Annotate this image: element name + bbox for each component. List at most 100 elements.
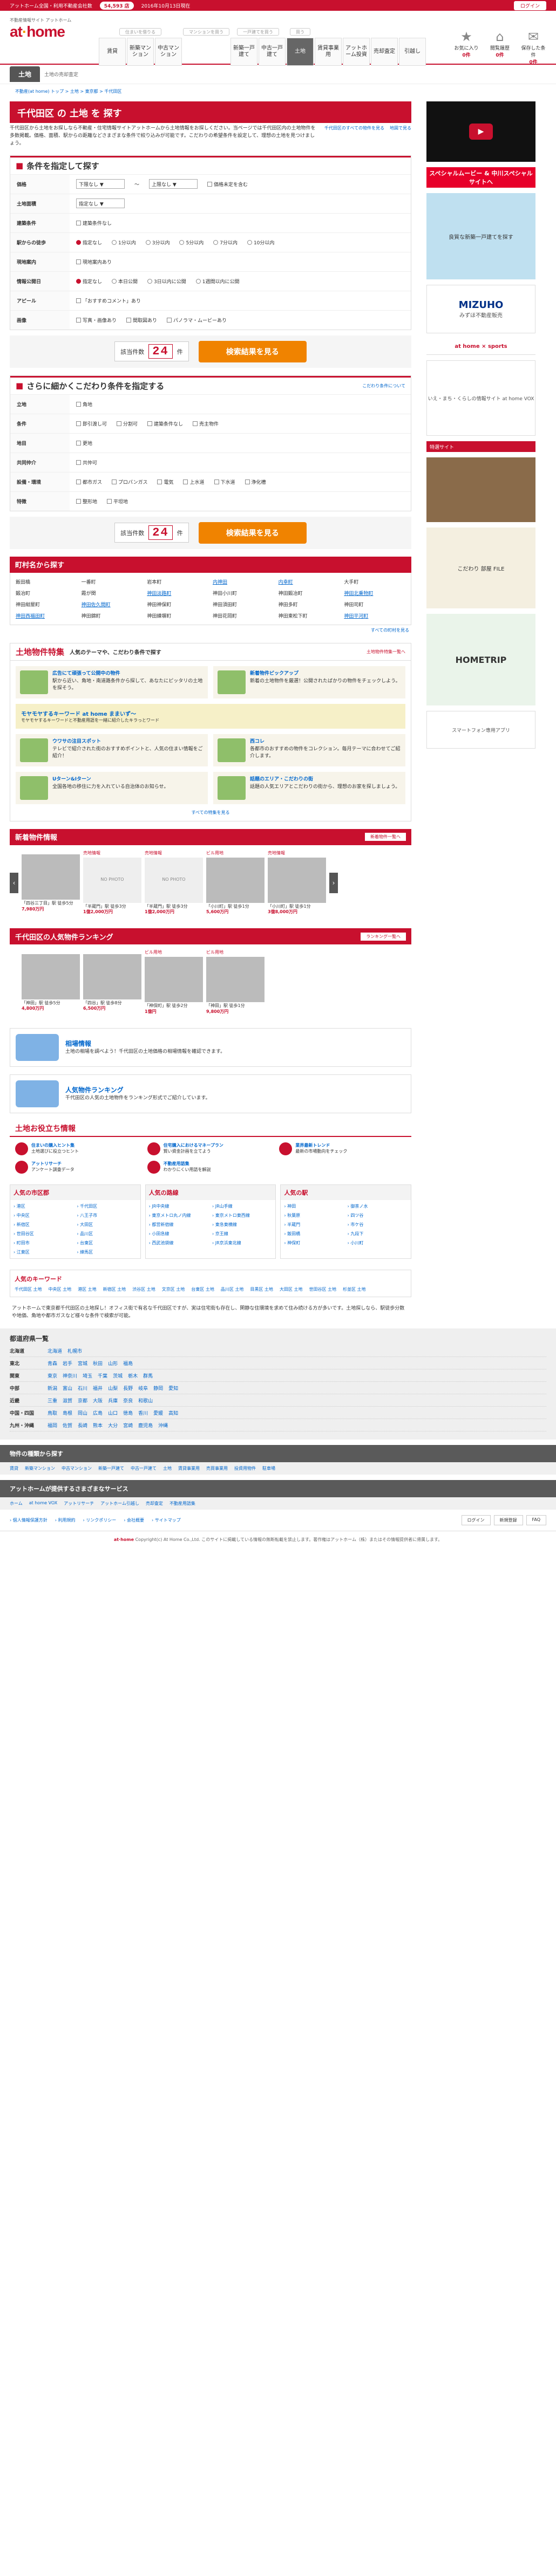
prefecture-link[interactable]: 兵庫 bbox=[108, 1397, 118, 1404]
popular-link[interactable]: › 新宿区 bbox=[13, 1222, 73, 1228]
nav-item[interactable]: 中古マンション bbox=[155, 38, 182, 66]
video-ad[interactable]: ▶ bbox=[426, 101, 535, 162]
checkbox-option[interactable]: 角地 bbox=[76, 401, 92, 408]
town-link[interactable]: 神田淡路町 bbox=[147, 590, 208, 597]
prefecture-link[interactable]: 静岡 bbox=[153, 1385, 163, 1392]
popular-link[interactable]: › 神保町 bbox=[284, 1240, 344, 1246]
footer-category-link[interactable]: 新築マンション bbox=[25, 1465, 55, 1471]
popular-link[interactable]: › 都営新宿線 bbox=[149, 1222, 209, 1228]
hometrip-ad[interactable]: HOMETRIP bbox=[426, 614, 535, 705]
radio-option[interactable]: 指定なし bbox=[76, 278, 102, 285]
town-link[interactable]: 神田多町 bbox=[279, 601, 340, 608]
movie-banner[interactable]: モヤモヤするキーワード at home ままいず〜 モヤモヤするキーワードと不動… bbox=[16, 703, 405, 729]
footer-category-link[interactable]: at home VOX bbox=[29, 1501, 57, 1506]
nav-group-head[interactable]: マンションを買う bbox=[183, 28, 229, 36]
checkbox-option[interactable]: 即引渡し可 bbox=[76, 420, 107, 427]
popular-link[interactable]: › 町田市 bbox=[13, 1240, 73, 1246]
keyword-link[interactable]: 目黒区 土地 bbox=[250, 1286, 273, 1292]
footer-link[interactable]: › 会社概要 bbox=[124, 1517, 144, 1523]
info-banner[interactable]: 相場情報 土地の相場を調べよう！千代田区の土地価格の相場情報を確認できます。 bbox=[10, 1027, 411, 1067]
keyword-link[interactable]: 中央区 土地 bbox=[49, 1286, 72, 1292]
popular-link[interactable]: › 東急東横線 bbox=[212, 1222, 272, 1228]
prefecture-link[interactable]: 鳥取 bbox=[48, 1409, 57, 1416]
vox-ad[interactable]: いえ・まち・くらしの情報サイト at home VOX bbox=[426, 360, 535, 436]
prefecture-link[interactable]: 広島 bbox=[93, 1409, 103, 1416]
prefecture-link[interactable]: 福岡 bbox=[48, 1422, 57, 1429]
prefecture-link[interactable]: 三重 bbox=[48, 1397, 57, 1404]
keyword-link[interactable]: 杉並区 土地 bbox=[343, 1286, 366, 1292]
prefecture-link[interactable]: 石川 bbox=[78, 1385, 87, 1392]
special-movie-link[interactable]: スペシャルムービー & 中川スペシャルサイトへ bbox=[426, 167, 535, 188]
town-link[interactable]: 神田練塀町 bbox=[147, 612, 208, 619]
popular-link[interactable]: › JR中央線 bbox=[149, 1203, 209, 1209]
prefecture-link[interactable]: 沖縄 bbox=[158, 1422, 168, 1429]
checkbox-option[interactable]: 「おすすめコメント」あり bbox=[76, 297, 141, 304]
prefecture-link[interactable]: 茨城 bbox=[113, 1372, 123, 1379]
town-link[interactable]: 鍛冶町 bbox=[16, 590, 77, 597]
town-link[interactable]: 神田平河町 bbox=[344, 612, 405, 619]
prefecture-link[interactable]: 徳島 bbox=[123, 1409, 133, 1416]
nav-group-head[interactable]: 一戸建てを買う bbox=[237, 28, 279, 36]
popular-link[interactable]: › 東京メトロ東西線 bbox=[212, 1212, 272, 1218]
prefecture-link[interactable]: 栃木 bbox=[128, 1372, 138, 1379]
keyword-link[interactable]: 世田谷区 土地 bbox=[309, 1286, 336, 1292]
checkbox-option[interactable]: 分割可 bbox=[117, 420, 138, 427]
popular-link[interactable]: › 小川町 bbox=[348, 1240, 408, 1246]
prefecture-link[interactable]: 宮崎 bbox=[123, 1422, 133, 1429]
footer-category-link[interactable]: 売買事業用 bbox=[206, 1465, 228, 1471]
radio-option[interactable]: 7分以内 bbox=[213, 239, 238, 246]
prefecture-link[interactable]: 和歌山 bbox=[138, 1397, 153, 1404]
prefecture-link[interactable]: 島根 bbox=[63, 1409, 72, 1416]
popular-link[interactable]: › 九段下 bbox=[348, 1231, 408, 1237]
app-ad[interactable]: スマートフォン専用アプリ bbox=[426, 711, 535, 749]
footer-button[interactable]: FAQ bbox=[526, 1515, 546, 1526]
footer-category-link[interactable]: 売却査定 bbox=[146, 1501, 163, 1506]
tip-item[interactable]: 不動産用語集 わかりにくい用語を解説 bbox=[147, 1160, 274, 1174]
radio-option[interactable]: 指定なし bbox=[76, 239, 102, 246]
nav-group-head[interactable]: 買う bbox=[290, 28, 310, 36]
property-card[interactable]: ビル用地 「小川町」駅 徒歩1分 5,600万円 bbox=[206, 851, 265, 915]
prefecture-link[interactable]: 青森 bbox=[48, 1360, 57, 1367]
prefecture-link[interactable]: 秋田 bbox=[93, 1360, 103, 1367]
checkbox-option[interactable]: 整形地 bbox=[76, 498, 97, 505]
prefecture-link[interactable]: 大分 bbox=[108, 1422, 118, 1429]
footer-category-link[interactable]: アットリサーチ bbox=[64, 1501, 94, 1506]
checkbox-option[interactable]: 電気 bbox=[157, 478, 173, 485]
footer-button[interactable]: ログイン bbox=[461, 1515, 491, 1526]
prefecture-link[interactable]: 香川 bbox=[138, 1409, 148, 1416]
header-icon-item[interactable]: ⌂ 閲覧履歴 0件 bbox=[487, 29, 513, 65]
property-card[interactable]: ビル用地 「神保町」駅 徒歩2分 1億円 bbox=[145, 950, 203, 1015]
footer-category-link[interactable]: 賃貸 bbox=[10, 1465, 18, 1471]
radio-option[interactable]: 1週間以内に公開 bbox=[195, 278, 240, 285]
checkbox-option[interactable]: プロパンガス bbox=[112, 478, 147, 485]
nav-item[interactable]: 引越し bbox=[399, 38, 426, 66]
view-results-button-2[interactable]: 検索結果を見る bbox=[198, 522, 307, 544]
town-link[interactable]: 神田鍛冶町 bbox=[279, 590, 340, 597]
town-link[interactable]: 飯田橋 bbox=[16, 578, 77, 585]
popular-link[interactable]: › 大田区 bbox=[77, 1222, 137, 1228]
town-link[interactable]: 神田錦町 bbox=[82, 612, 143, 619]
keyword-link[interactable]: 品川区 土地 bbox=[221, 1286, 244, 1292]
town-link[interactable]: 内神田 bbox=[213, 578, 274, 585]
popular-link[interactable]: › 小田急線 bbox=[149, 1231, 209, 1237]
nav-item[interactable]: 新築マンション bbox=[127, 38, 154, 66]
town-link[interactable]: 岩本町 bbox=[147, 578, 208, 585]
popular-link[interactable]: › 市ケ谷 bbox=[348, 1222, 408, 1228]
footer-link[interactable]: › 利用規約 bbox=[55, 1517, 76, 1523]
tip-item[interactable]: 業界最新トレンド 最新の市場動向をチェック bbox=[279, 1142, 406, 1155]
prefecture-link[interactable]: 奈良 bbox=[123, 1397, 133, 1404]
footer-category-link[interactable]: 投資用物件 bbox=[234, 1465, 256, 1471]
checkbox-option[interactable]: 写真・画像あり bbox=[76, 317, 117, 324]
footer-category-link[interactable]: 中古一戸建て bbox=[131, 1465, 157, 1471]
prefecture-link[interactable]: 群馬 bbox=[143, 1372, 153, 1379]
all-towns-link[interactable]: すべての町村を見る bbox=[10, 625, 411, 635]
prefecture-link[interactable]: 愛知 bbox=[168, 1385, 178, 1392]
property-card[interactable]: 「神田」駅 徒歩5分 4,800万円 bbox=[22, 953, 80, 1012]
prefecture-link[interactable]: 埼玉 bbox=[83, 1372, 92, 1379]
prefecture-link[interactable]: 新潟 bbox=[48, 1385, 57, 1392]
radio-option[interactable]: 3分以内 bbox=[145, 239, 169, 246]
feature-card[interactable]: 広告にて頑張って公開中の物件 駅から近い、角地・南道路条件から探して、あなたにピッ… bbox=[16, 666, 208, 698]
prefecture-link[interactable]: 山形 bbox=[108, 1360, 118, 1367]
town-link[interactable]: 神田北乗物町 bbox=[344, 590, 405, 597]
info-banner[interactable]: 人気物件ランキング 千代田区の人気の土地物件をランキング形式でご紹介しています。 bbox=[10, 1074, 411, 1113]
